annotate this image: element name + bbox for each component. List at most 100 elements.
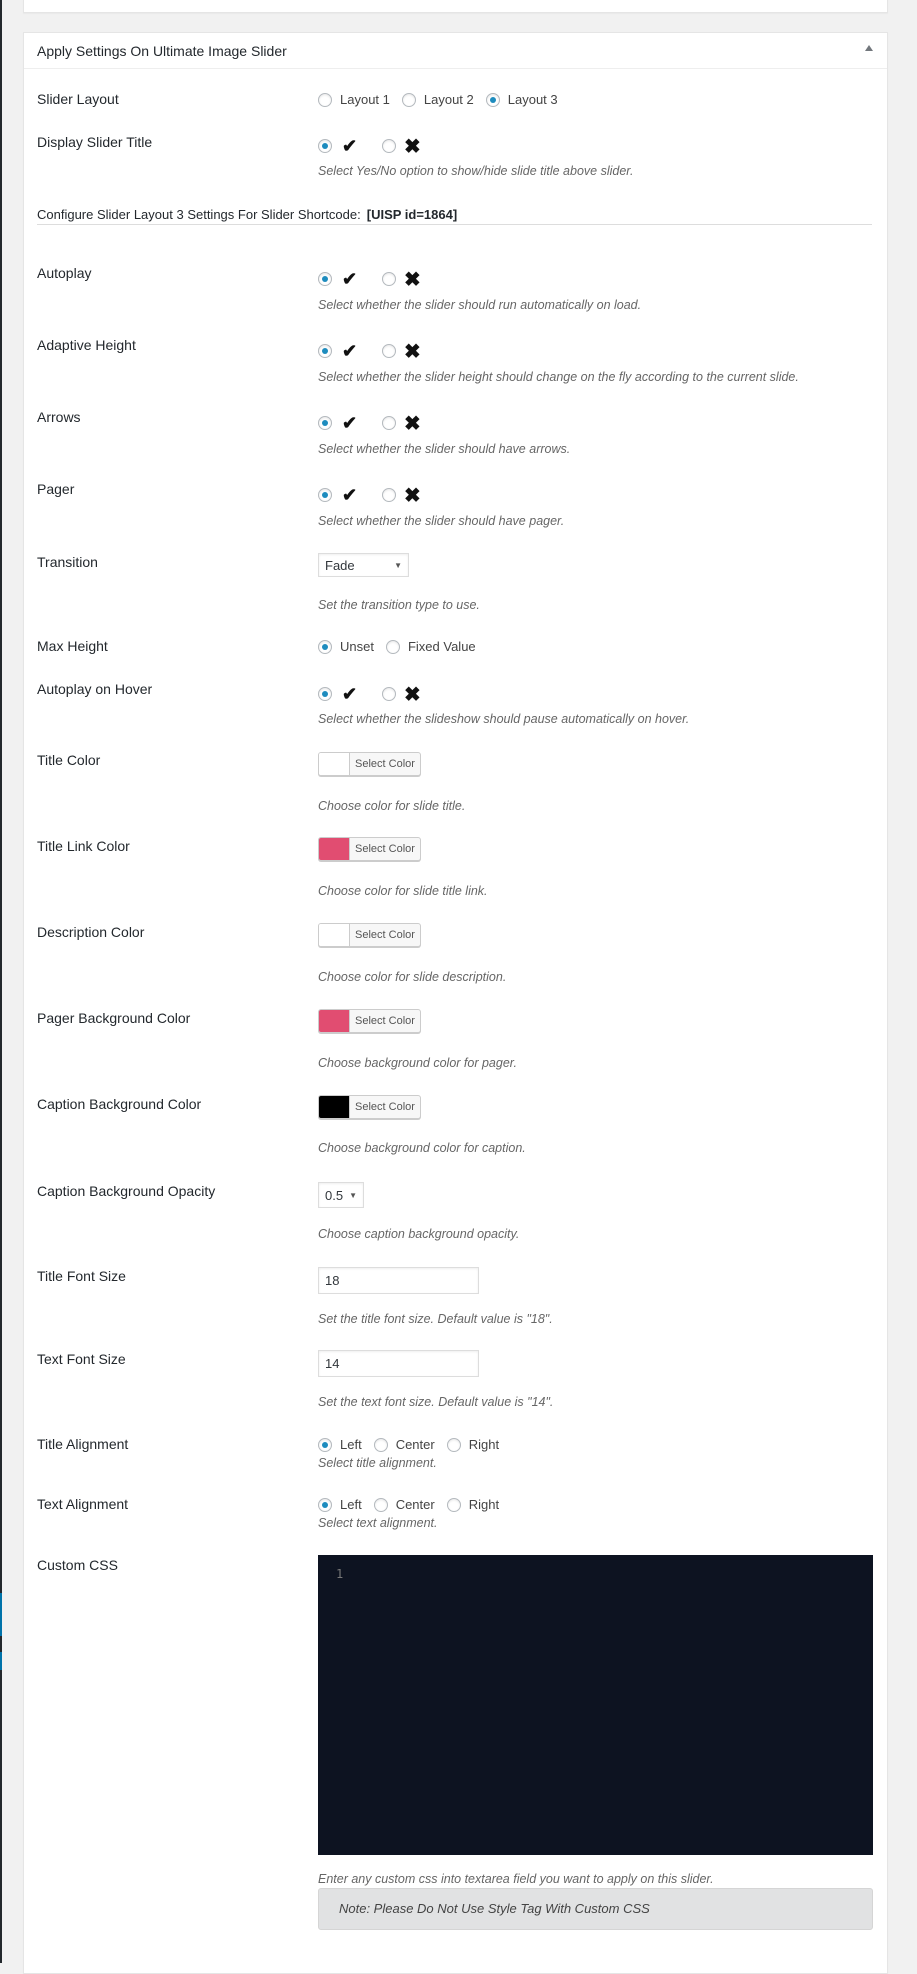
pager-bg-color-picker: Select Color	[318, 1009, 421, 1033]
title-color-description: Choose color for slide title.	[318, 799, 466, 813]
radio-left[interactable]	[318, 1497, 332, 1512]
radio-no[interactable]	[382, 272, 396, 286]
layout-1-option[interactable]: Layout 1	[318, 92, 390, 107]
color-swatch	[319, 1010, 350, 1032]
custom-css-editor[interactable]: 1	[318, 1555, 873, 1855]
radio-layout-1[interactable]	[318, 92, 332, 107]
title-align-left-option[interactable]: Left	[318, 1437, 362, 1452]
arrows-description: Select whether the slider should have ar…	[318, 442, 571, 456]
radio-layout-3[interactable]	[485, 92, 500, 107]
description-color-button[interactable]: Select Color	[318, 923, 421, 947]
radio-right[interactable]	[446, 1497, 461, 1512]
radio-left[interactable]	[318, 1437, 332, 1452]
adaptive-height-description: Select whether the slider height should …	[318, 370, 799, 384]
select-color-label: Select Color	[355, 1015, 415, 1027]
title-font-size-wrap: 18	[318, 1267, 479, 1294]
check-icon: ✔	[342, 268, 358, 289]
select-color-label: Select Color	[355, 843, 415, 855]
admin-menu-active-indicator	[0, 1593, 2, 1636]
pager-bg-color-description: Choose background color for pager.	[318, 1056, 517, 1070]
transition-select[interactable]: Fade ▼	[318, 553, 409, 577]
cross-icon: ✖	[404, 340, 421, 363]
metabox-header[interactable]: Apply Settings On Ultimate Image Slider	[24, 33, 887, 69]
check-icon: ✔	[342, 484, 358, 505]
shortcode-text: Configure Slider Layout 3 Settings For S…	[37, 207, 361, 222]
cross-icon: ✖	[404, 484, 421, 507]
title-align-right-option[interactable]: Right	[446, 1437, 499, 1452]
radio-no[interactable]	[382, 344, 396, 358]
caption-bg-color-button[interactable]: Select Color	[318, 1095, 421, 1119]
radio-yes[interactable]	[318, 272, 332, 286]
text-align-center-option[interactable]: Center	[373, 1497, 435, 1512]
title-color-button[interactable]: Select Color	[318, 752, 421, 776]
color-swatch	[319, 1096, 350, 1118]
cross-icon: ✖	[404, 683, 421, 706]
caption-bg-color-picker: Select Color	[318, 1095, 421, 1119]
title-color-label: Title Color	[37, 752, 101, 768]
slider-layout-radios: Layout 1 Layout 2 Layout 3	[318, 92, 570, 107]
autoplay-description: Select whether the slider should run aut…	[318, 298, 642, 312]
radio-yes[interactable]	[318, 687, 332, 701]
check-icon: ✔	[342, 412, 358, 433]
adaptive-height-label: Adaptive Height	[37, 337, 136, 353]
radio-yes[interactable]	[318, 344, 332, 358]
layout-2-option[interactable]: Layout 2	[401, 92, 474, 107]
text-alignment-label: Text Alignment	[37, 1496, 129, 1512]
transition-description: Set the transition type to use.	[318, 598, 480, 612]
title-alignment-label: Title Alignment	[37, 1436, 129, 1452]
radio-layout-2[interactable]	[401, 92, 416, 107]
text-alignment-description: Select text alignment.	[318, 1516, 438, 1530]
max-height-fixed-option[interactable]: Fixed Value	[385, 639, 476, 654]
radio-center[interactable]	[373, 1437, 388, 1452]
collapse-toggle-icon[interactable]	[865, 45, 873, 51]
cross-icon: ✖	[404, 268, 421, 291]
pager-bg-color-button[interactable]: Select Color	[318, 1009, 421, 1033]
dropdown-arrow-icon: ▼	[394, 560, 402, 570]
description-color-label: Description Color	[37, 924, 145, 940]
radio-yes[interactable]	[318, 488, 332, 502]
title-align-center-option[interactable]: Center	[373, 1437, 435, 1452]
text-align-left-option[interactable]: Left	[318, 1497, 362, 1512]
cross-icon: ✖	[404, 135, 421, 158]
radio-unset[interactable]	[318, 639, 332, 654]
radio-center[interactable]	[373, 1497, 388, 1512]
display-slider-title-description: Select Yes/No option to show/hide slide …	[318, 164, 634, 178]
radio-no[interactable]	[382, 687, 396, 701]
text-font-size-description: Set the text font size. Default value is…	[318, 1395, 554, 1409]
custom-css-label: Custom CSS	[37, 1557, 118, 1573]
autoplay-toggle: ✔ ✖	[318, 268, 421, 291]
radio-no[interactable]	[382, 416, 396, 430]
autoplay-hover-description: Select whether the slideshow should paus…	[318, 712, 690, 726]
caption-bg-color-description: Choose background color for caption.	[318, 1141, 526, 1155]
title-alignment-radios: Left Center Right	[318, 1437, 511, 1452]
radio-right[interactable]	[446, 1437, 461, 1452]
title-alignment-description: Select title alignment.	[318, 1456, 437, 1470]
radio-fixed-value[interactable]	[385, 639, 400, 654]
select-color-label: Select Color	[355, 1101, 415, 1113]
text-align-right-option[interactable]: Right	[446, 1497, 499, 1512]
text-font-size-label: Text Font Size	[37, 1351, 126, 1367]
radio-no[interactable]	[382, 139, 396, 153]
layout-3-option[interactable]: Layout 3	[485, 92, 558, 107]
autoplay-hover-toggle: ✔ ✖	[318, 683, 421, 706]
max-height-unset-option[interactable]: Unset	[318, 639, 374, 654]
radio-no[interactable]	[382, 488, 396, 502]
display-slider-title-toggle: ✔ ✖	[318, 135, 421, 158]
title-link-color-button[interactable]: Select Color	[318, 837, 421, 861]
caption-opacity-select[interactable]: 0.5 ▼	[318, 1182, 364, 1208]
caption-opacity-label: Caption Background Opacity	[37, 1183, 216, 1199]
custom-css-note: Note: Please Do Not Use Style Tag With C…	[318, 1888, 873, 1930]
max-height-radios: Unset Fixed Value	[318, 639, 488, 654]
custom-css-description: Enter any custom css into textarea field…	[318, 1872, 714, 1886]
caption-opacity-description: Choose caption background opacity.	[318, 1227, 520, 1241]
transition-value: Fade	[325, 557, 355, 573]
text-font-size-input[interactable]: 14	[318, 1350, 479, 1377]
text-alignment-radios: Left Center Right	[318, 1497, 511, 1512]
caption-bg-color-label: Caption Background Color	[37, 1096, 202, 1112]
pager-label: Pager	[37, 481, 75, 497]
radio-yes[interactable]	[318, 139, 332, 153]
dropdown-arrow-icon: ▼	[349, 1190, 357, 1200]
autoplay-label: Autoplay	[37, 265, 92, 281]
radio-yes[interactable]	[318, 416, 332, 430]
title-font-size-input[interactable]: 18	[318, 1267, 479, 1294]
